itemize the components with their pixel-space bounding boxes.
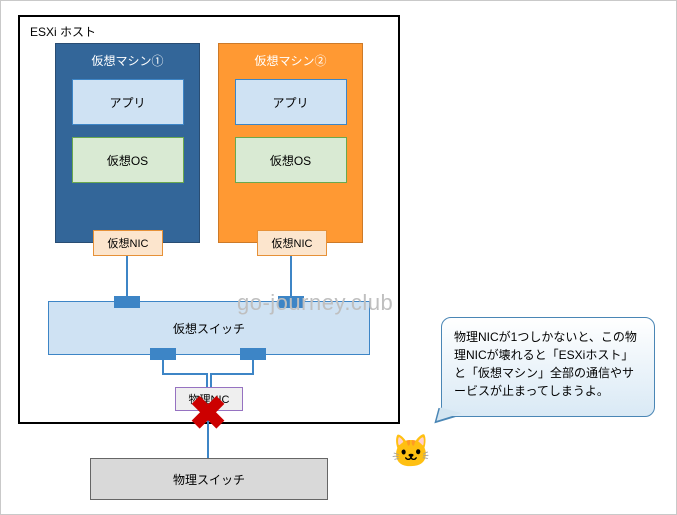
vm2-title: 仮想マシン②	[254, 52, 326, 69]
wire-vswitch-to-pnic-1c	[206, 373, 208, 387]
wire-vswitch-to-pnic-1a	[162, 360, 164, 374]
vm2-box: 仮想マシン② アプリ 仮想OS	[218, 43, 363, 243]
speech-bubble: 物理NICが1つしかないと、この物理NICが壊れると「ESXiホスト」と「仮想マ…	[441, 317, 655, 417]
wire-vswitch-to-pnic-2c	[210, 373, 212, 387]
vm1-os: 仮想OS	[72, 137, 184, 183]
vswitch-port-top-1	[114, 296, 140, 308]
vm2-os: 仮想OS	[235, 137, 347, 183]
vm1-app: アプリ	[72, 79, 184, 125]
vswitch-port-bottom-1	[150, 348, 176, 360]
wire-vnic1-to-vswitch	[126, 256, 128, 301]
physical-switch: 物理スイッチ	[90, 458, 328, 500]
esxi-host-label: ESXi ホスト	[30, 23, 96, 40]
failure-x-icon: ✖	[183, 390, 233, 440]
wire-vswitch-to-pnic-1b	[162, 373, 208, 375]
vm2-app: アプリ	[235, 79, 347, 125]
cat-icon: 🐱	[391, 432, 431, 472]
vm1-title: 仮想マシン①	[91, 52, 163, 69]
vm2-virtual-nic: 仮想NIC	[257, 230, 327, 256]
vm1-box: 仮想マシン① アプリ 仮想OS	[55, 43, 200, 243]
wire-vswitch-to-pnic-2b	[210, 373, 254, 375]
wire-vswitch-to-pnic-2a	[252, 360, 254, 374]
watermark-text: go-journey.club	[237, 290, 393, 316]
vm1-virtual-nic: 仮想NIC	[93, 230, 163, 256]
speech-bubble-text: 物理NICが1つしかないと、この物理NICが壊れると「ESXiホスト」と「仮想マ…	[454, 330, 637, 398]
vswitch-port-bottom-2	[240, 348, 266, 360]
